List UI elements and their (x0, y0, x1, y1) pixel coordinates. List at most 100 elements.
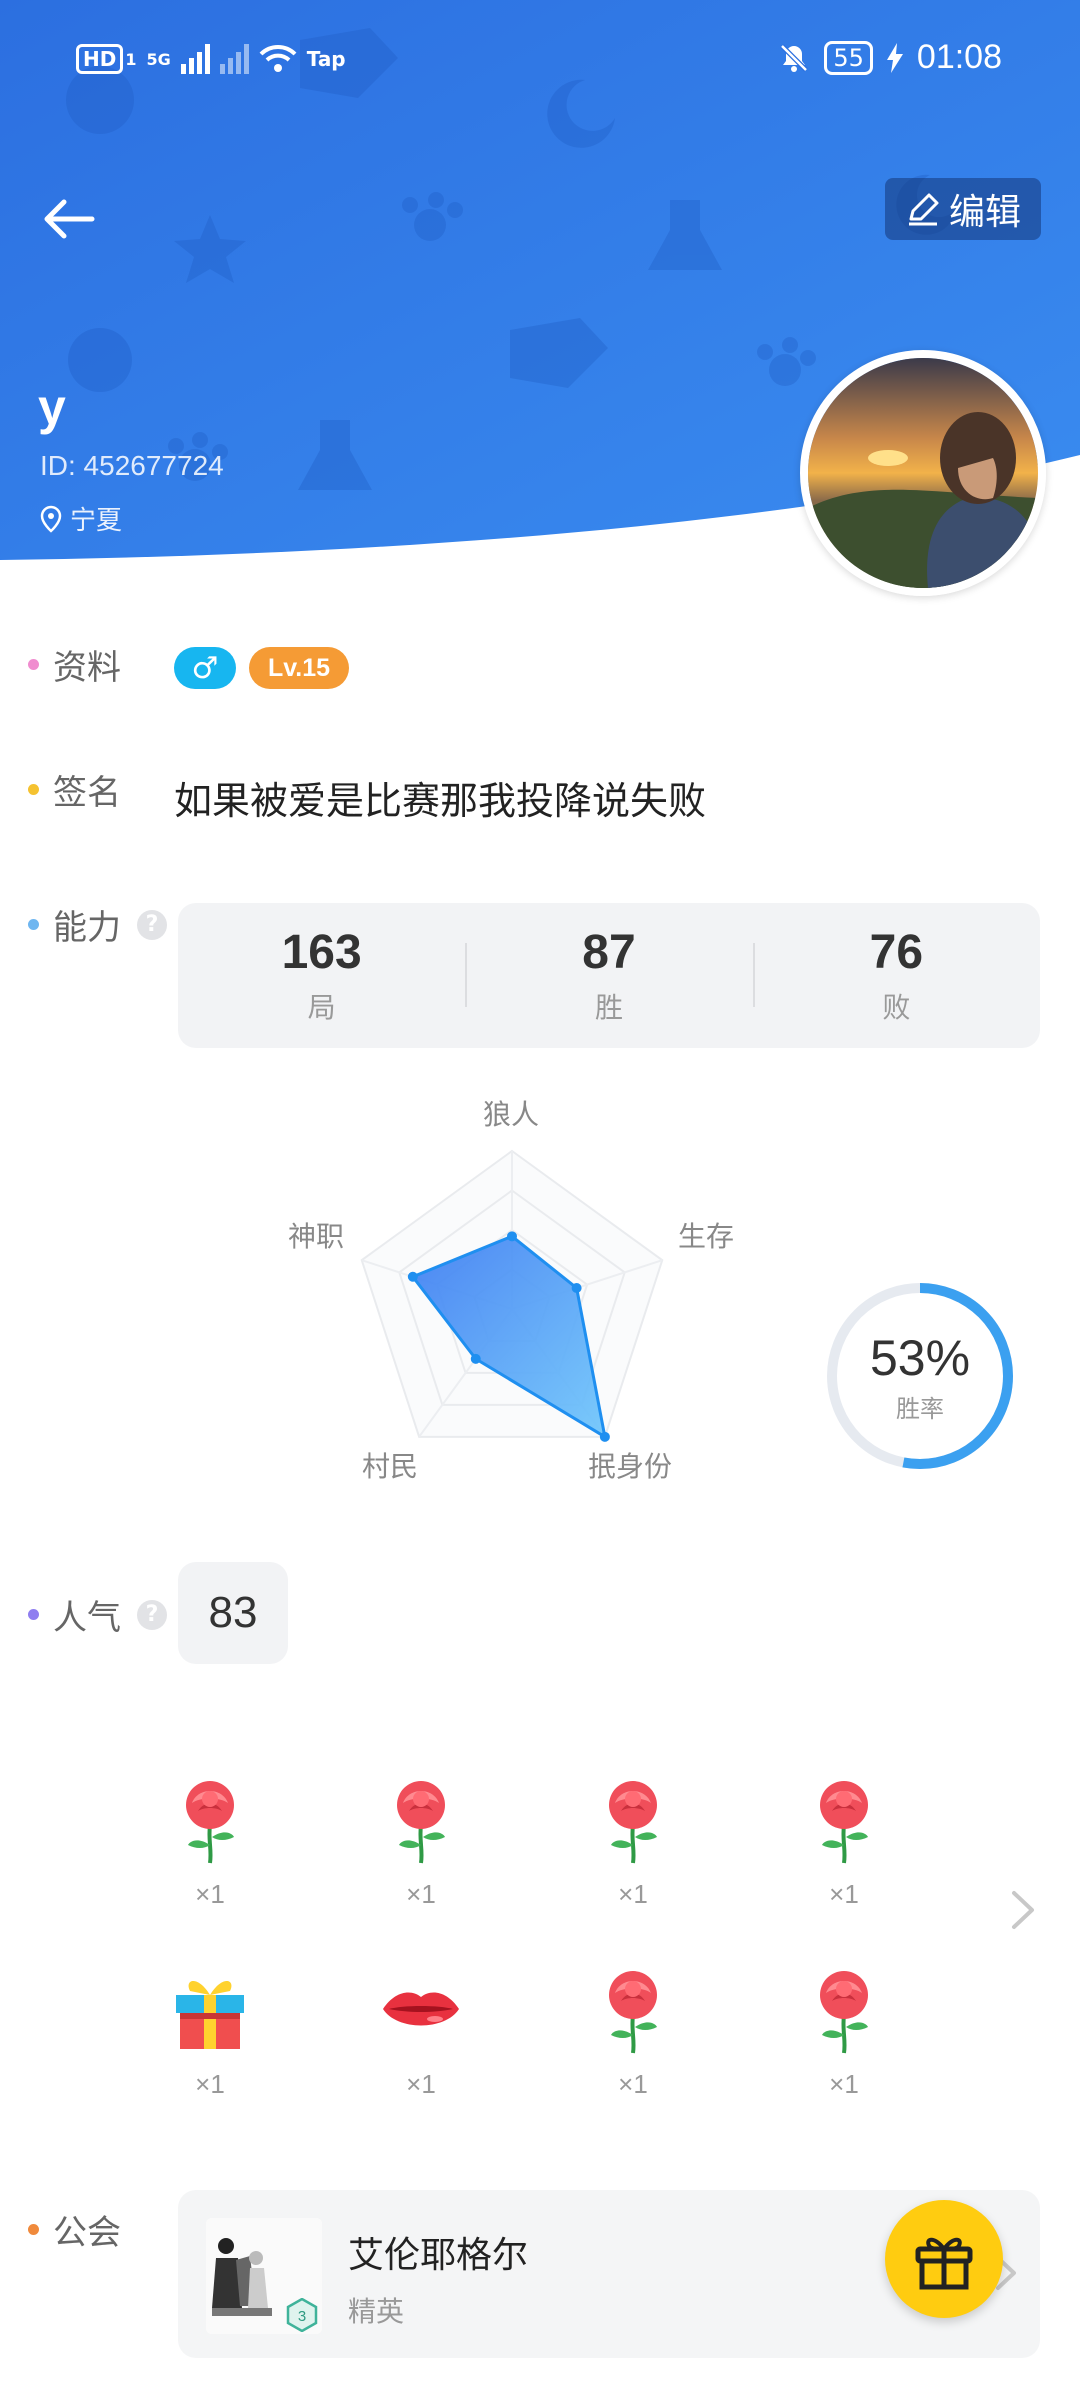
win-rate: 53% 胜率 (822, 1278, 1018, 1474)
guild-rank: 精英 (348, 2295, 405, 2328)
edit-label: 编辑 (948, 192, 1021, 233)
gift-count: ×1 (195, 2069, 225, 2099)
stat-label: 胜 (594, 991, 623, 1024)
signal-icon (180, 44, 210, 74)
avatar-photo (808, 358, 1038, 588)
radar-point (407, 1271, 418, 1282)
rose-icon (168, 1775, 252, 1869)
radar-point (599, 1431, 610, 1442)
clock: 01:08 (916, 38, 1002, 76)
guild-label: 公会 (53, 2213, 121, 2253)
guild-level-text: 3 (298, 2308, 306, 2325)
guild-logo: 3 (206, 2218, 322, 2334)
avatar[interactable] (800, 350, 1046, 596)
lips-icon (379, 1965, 463, 2059)
username: y (38, 379, 66, 435)
pink-dot (28, 659, 39, 670)
gift-icon (915, 2237, 973, 2290)
radar-label-villager: 村民 (362, 1450, 419, 1483)
sim-index: 1 (125, 49, 137, 69)
gift-count: ×1 (829, 1879, 859, 1909)
stat-value: 163 (281, 926, 362, 979)
radar-label-survival: 生存 (678, 1220, 735, 1253)
stat-label: 败 (882, 991, 911, 1024)
signature-row-label: 签名 (28, 765, 121, 814)
edit-profile-button[interactable]: 编辑 (885, 178, 1041, 240)
battery-indicator: 55 (824, 40, 873, 75)
signature-label: 签名 (53, 773, 121, 813)
gift-item[interactable]: ×1 (784, 1965, 904, 2100)
gift-item[interactable]: ×1 (361, 1965, 481, 2100)
gift-item[interactable]: ×1 (150, 1775, 270, 1910)
location: 宁夏 (40, 500, 122, 537)
gift-item[interactable]: ×1 (784, 1775, 904, 1910)
radar-point (571, 1283, 582, 1294)
ability-stats: 163 局 87 胜 76 败 (178, 903, 1040, 1048)
gender-badge: ♂ (174, 647, 236, 689)
location-text: 宁夏 (70, 506, 123, 536)
chevron-right-icon[interactable] (1002, 1885, 1042, 1935)
win-rate-label: 胜率 (896, 1394, 944, 1423)
rose-icon (591, 1775, 675, 1869)
rose-icon (802, 1775, 886, 1869)
profile-row-label: 资料 (28, 640, 121, 689)
gift-count: ×1 (618, 1879, 648, 1909)
stat-losses: 76 败 (752, 903, 1040, 1048)
blue-dot (28, 919, 39, 930)
signature-text: 如果被爱是比赛那我投降说失败 (174, 779, 707, 823)
profile-label: 资料 (53, 648, 121, 688)
popularity-label: 人气 (53, 1598, 121, 1638)
gift-count: ×1 (406, 2069, 436, 2099)
radar-label-identify: 抿身份 (588, 1450, 673, 1483)
gift-item[interactable]: ×1 (573, 1775, 693, 1910)
gift-count: ×1 (618, 2069, 648, 2099)
bell-muted-icon (780, 43, 809, 72)
guild-level-badge: 3 (286, 2298, 318, 2332)
popularity-value: 83 (178, 1562, 288, 1664)
rose-icon (379, 1775, 463, 1869)
arrow-left-icon (44, 199, 95, 239)
ability-radar-chart (360, 1149, 664, 1442)
network-type: 5G (146, 49, 171, 69)
edit-pencil-icon (908, 193, 939, 226)
guild-name: 艾伦耶格尔 (348, 2235, 529, 2276)
stat-value: 87 (582, 926, 636, 979)
help-icon[interactable]: ? (137, 1599, 167, 1630)
rose-icon (591, 1965, 675, 2059)
help-icon[interactable]: ? (137, 909, 167, 940)
location-pin-icon (40, 505, 62, 533)
gift-item[interactable]: ×1 (150, 1965, 270, 2100)
gift-item[interactable]: ×1 (361, 1775, 481, 1910)
stat-games: 163 局 (178, 903, 465, 1048)
orange-dot (28, 2224, 39, 2235)
signal-2-icon (219, 44, 249, 74)
ability-label: 能力 (53, 908, 121, 948)
hd-indicator: HD (76, 44, 124, 74)
popularity-row-label: 人气 ? (28, 1590, 167, 1639)
stat-wins: 87 胜 (465, 903, 752, 1048)
stat-value: 76 (869, 926, 924, 979)
ability-row-label: 能力 ? (28, 900, 167, 949)
gift-count: ×1 (195, 1879, 225, 1909)
gift-box-icon (168, 1965, 252, 2059)
purple-dot (28, 1609, 39, 1620)
radar-label-werewolf: 狼人 (483, 1098, 540, 1131)
guild-row-label: 公会 (28, 2205, 121, 2254)
gift-count: ×1 (406, 1879, 436, 1909)
rose-icon (802, 1965, 886, 2059)
back-button[interactable] (36, 185, 106, 255)
wifi-icon (259, 44, 297, 72)
charging-icon (886, 42, 903, 73)
yellow-dot (28, 784, 39, 795)
status-bar: HD 1 5G Tap 55 01:08 (0, 0, 1080, 130)
radar-label-god: 神职 (288, 1220, 345, 1253)
level-badge: Lv.15 (249, 647, 349, 689)
gift-count: ×1 (829, 2069, 859, 2099)
radar-point (507, 1231, 517, 1242)
stat-label: 局 (307, 991, 336, 1024)
send-gift-button[interactable] (885, 2200, 1003, 2318)
wifi-label: Tap (306, 47, 346, 71)
radar-point (470, 1353, 481, 1364)
win-rate-value: 53% (869, 1329, 971, 1386)
gift-item[interactable]: ×1 (573, 1965, 693, 2100)
